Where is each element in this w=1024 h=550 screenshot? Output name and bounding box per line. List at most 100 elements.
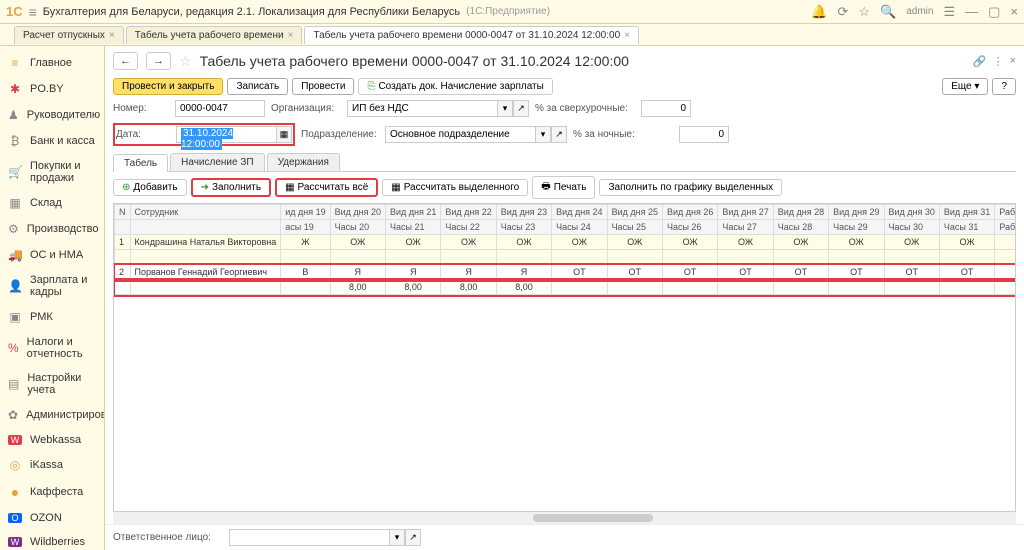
col-header[interactable]: Вид дня 23 [496, 205, 551, 220]
tab-tabel-list[interactable]: Табель учета рабочего времени× [126, 26, 303, 44]
minimize-icon[interactable]: — [965, 4, 978, 19]
org-field[interactable] [347, 100, 497, 117]
sub-tab-nachislenie[interactable]: Начисление ЗП [170, 153, 264, 171]
col-header[interactable]: Вид дня 20 [330, 205, 385, 220]
link-icon[interactable]: 🔗 [973, 55, 987, 68]
dept-field[interactable] [385, 126, 535, 143]
calc-all-button[interactable]: ▦ Рассчитать всё [275, 178, 378, 197]
col-subheader[interactable]: Часы 27 [718, 220, 773, 235]
sidebar-item-8[interactable]: 👤Зарплата и кадры [0, 268, 104, 304]
close-icon[interactable]: × [624, 30, 630, 41]
close-icon[interactable]: × [288, 30, 294, 41]
sub-tab-uderzh[interactable]: Удержания [267, 153, 340, 171]
maximize-icon[interactable]: ▢ [988, 4, 1000, 20]
sidebar-item-9[interactable]: ▣РМК [0, 304, 104, 330]
col-header[interactable]: Вид дня 25 [607, 205, 662, 220]
resp-dropdown[interactable]: ▾ [389, 529, 405, 546]
col-subheader[interactable]: Часы 23 [496, 220, 551, 235]
print-button[interactable]: 🖶 Печать [532, 176, 595, 199]
night-field[interactable] [679, 126, 729, 143]
fill-button[interactable]: ➜ Заполнить [191, 178, 271, 197]
favorite-icon[interactable]: ☆ [858, 4, 870, 20]
col-header[interactable]: Вид дня 22 [441, 205, 496, 220]
table-row[interactable]: 184,00 [115, 250, 1017, 265]
sidebar-item-6[interactable]: ⚙Производство [0, 216, 104, 242]
sidebar-item-11[interactable]: ▤Настройки учета [0, 366, 104, 402]
overtime-field[interactable] [641, 100, 691, 117]
col-subheader[interactable]: Часы 30 [884, 220, 939, 235]
col-header[interactable]: Сотрудник [130, 205, 281, 220]
col-header[interactable]: Вид дня 24 [552, 205, 607, 220]
col-subheader[interactable] [115, 220, 131, 235]
col-header[interactable]: Вид дня 28 [773, 205, 828, 220]
col-subheader[interactable]: Часы 21 [386, 220, 441, 235]
sidebar-item-15[interactable]: ●Каффеста [0, 478, 104, 506]
sidebar-item-16[interactable]: OOZON [0, 506, 104, 530]
tab-raschet[interactable]: Расчет отпускных× [14, 26, 124, 44]
help-button[interactable]: ? [992, 78, 1016, 95]
sidebar-item-13[interactable]: WWebkassa [0, 428, 104, 452]
col-subheader[interactable]: Часы 29 [829, 220, 884, 235]
col-subheader[interactable] [130, 220, 281, 235]
col-header[interactable]: Вид дня 29 [829, 205, 884, 220]
menu-dots-icon[interactable]: ☰ [943, 4, 955, 20]
resp-open[interactable]: ↗ [405, 529, 421, 546]
post-and-close-button[interactable]: Провести и закрыть [113, 78, 223, 95]
fill-by-button[interactable]: Заполнить по графику выделенных [599, 179, 782, 196]
calc-sel-button[interactable]: ▦ Рассчитать выделенного [382, 179, 528, 196]
sidebar-item-17[interactable]: WWildberries [0, 530, 104, 550]
star-icon[interactable]: ☆ [179, 53, 192, 70]
table-row[interactable]: 8,008,008,008,00144,00184,007,00 [115, 280, 1017, 295]
back-button[interactable]: ← [113, 52, 138, 70]
user-label[interactable]: admin [906, 6, 933, 17]
forward-button[interactable]: → [146, 52, 171, 70]
col-header[interactable]: Вид дня 31 [939, 205, 994, 220]
col-subheader[interactable]: Часы 26 [662, 220, 717, 235]
sidebar-item-12[interactable]: ✿Администрирование [0, 402, 104, 428]
col-header[interactable]: ид дня 19 [281, 205, 330, 220]
col-subheader[interactable]: Часы 20 [330, 220, 385, 235]
search-icon[interactable]: 🔍 [880, 4, 896, 20]
add-button[interactable]: ⊕ Добавить [113, 179, 187, 196]
col-header[interactable]: Вид дня 27 [718, 205, 773, 220]
close-doc-icon[interactable]: × [1010, 55, 1016, 68]
sidebar-item-7[interactable]: 🚚ОС и НМА [0, 242, 104, 268]
number-field[interactable] [175, 100, 265, 117]
col-subheader[interactable]: Часы 28 [773, 220, 828, 235]
more-button[interactable]: Еще ▾ [942, 78, 988, 95]
col-header[interactable]: N [115, 205, 131, 220]
menu-icon[interactable]: ⋮ [993, 55, 1004, 68]
sidebar-item-3[interactable]: ₿Банк и касса [0, 128, 104, 154]
sidebar-item-4[interactable]: 🛒Покупки и продажи [0, 154, 104, 190]
responsible-field[interactable] [229, 529, 389, 546]
sidebar-item-2[interactable]: ♟Руководителю [0, 102, 104, 128]
col-header[interactable]: Вид дня 26 [662, 205, 717, 220]
col-subheader[interactable]: Рабочих часов [995, 220, 1016, 235]
sidebar-item-10[interactable]: %Налоги и отчетность [0, 330, 104, 366]
table-row[interactable]: 1Кондрашина Наталья ВикторовнаЖОЖОЖОЖОЖО… [115, 235, 1017, 250]
sub-tab-tabel[interactable]: Табель [113, 154, 168, 172]
col-subheader[interactable]: Часы 25 [607, 220, 662, 235]
dept-dropdown[interactable]: ▾ [535, 126, 551, 143]
col-header[interactable]: Вид дня 21 [386, 205, 441, 220]
col-subheader[interactable]: Часы 24 [552, 220, 607, 235]
history-icon[interactable]: ⟳ [837, 4, 848, 20]
create-doc-button[interactable]: ⎘Создать док. Начисление зарплаты [358, 78, 552, 95]
sidebar-item-0[interactable]: ≡Главное [0, 50, 104, 76]
close-icon[interactable]: × [109, 30, 115, 41]
post-button[interactable]: Провести [292, 78, 354, 95]
timesheet-grid[interactable]: NСотрудникид дня 19Вид дня 20Вид дня 21В… [114, 204, 1016, 295]
menu-icon[interactable]: ≡ [29, 4, 37, 20]
close-window-icon[interactable]: × [1010, 4, 1018, 19]
sidebar-item-5[interactable]: ▦Склад [0, 190, 104, 216]
bell-icon[interactable]: 🔔 [811, 4, 827, 20]
org-open[interactable]: ↗ [513, 100, 529, 117]
col-subheader[interactable]: асы 19 [281, 220, 330, 235]
sidebar-item-14[interactable]: ◎iKassa [0, 452, 104, 478]
sidebar-item-1[interactable]: ✱PO.BY [0, 76, 104, 102]
date-picker[interactable]: ▦ [276, 126, 292, 143]
col-header[interactable]: Рабочих дней [995, 205, 1016, 220]
org-dropdown[interactable]: ▾ [497, 100, 513, 117]
table-row[interactable]: 2Порванов Геннадий ГеоргиевичВЯЯЯЯОТОТОТ… [115, 265, 1017, 280]
write-button[interactable]: Записать [227, 78, 288, 95]
